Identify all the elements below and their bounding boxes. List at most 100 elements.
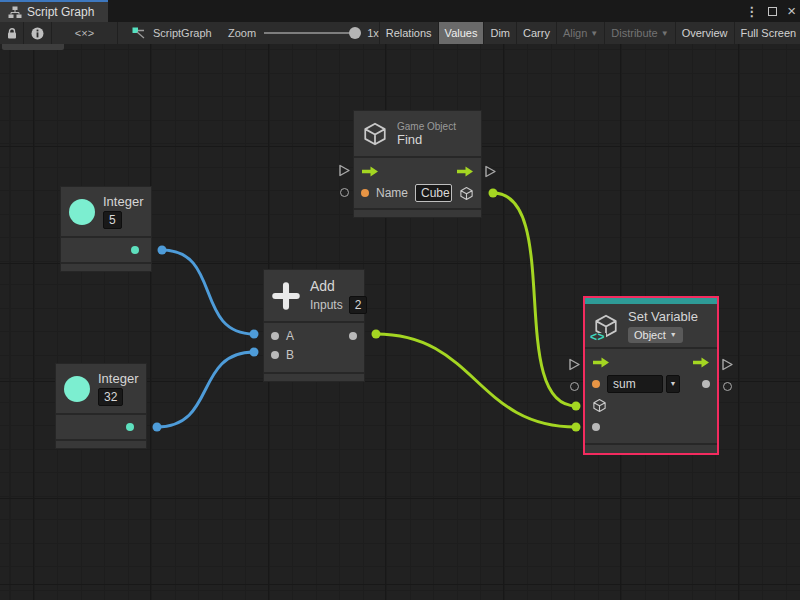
integer-type-icon xyxy=(69,199,95,225)
port-label-b: B xyxy=(286,348,294,362)
button-label: Values xyxy=(445,27,478,39)
integer-type-icon xyxy=(64,376,90,402)
button-label: Align xyxy=(563,27,587,39)
button-label: Full Screen xyxy=(741,27,797,39)
add-icon xyxy=(272,282,300,310)
flow-output-port[interactable] xyxy=(692,357,710,368)
fallback-input-port[interactable] xyxy=(592,423,600,431)
button-label: Dim xyxy=(490,27,510,39)
name-value-field[interactable]: Cube xyxy=(415,184,452,202)
info-button[interactable] xyxy=(24,22,52,44)
object-input-port[interactable] xyxy=(592,398,607,413)
flow-input-port[interactable] xyxy=(361,166,379,177)
wire-endpoint xyxy=(489,189,498,198)
lock-button[interactable] xyxy=(0,22,24,44)
flow-input-marker xyxy=(338,164,351,177)
wire-endpoint xyxy=(572,423,581,432)
value-output-port[interactable] xyxy=(702,380,710,388)
button-label: Overview xyxy=(682,27,728,39)
wire-find-to-setvariable[interactable] xyxy=(493,193,576,406)
node-title: Integer xyxy=(103,194,143,209)
zoom-slider-knob[interactable] xyxy=(349,27,361,39)
info-icon xyxy=(31,27,44,40)
toolbar-button-align[interactable]: Align▼ xyxy=(557,22,605,44)
wire-endpoint xyxy=(153,423,162,432)
graph-canvas[interactable]: Integer 5 Integer 32 Add xyxy=(0,44,800,600)
wire-integer32-to-add-b[interactable] xyxy=(157,352,254,427)
node-set-variable[interactable]: <> Set Variable Object ▼ xyxy=(583,296,719,455)
lock-icon xyxy=(6,27,18,40)
zoom-label: Zoom xyxy=(228,27,256,39)
value-output-marker xyxy=(723,382,732,391)
menu-icon[interactable]: ⋮ xyxy=(745,4,758,19)
flow-output-port[interactable] xyxy=(456,166,474,177)
integer-value-field[interactable]: 5 xyxy=(103,211,122,229)
wire-endpoint xyxy=(158,246,167,255)
value-input-port[interactable] xyxy=(592,380,600,388)
zoom-control: Zoom 1x xyxy=(228,22,380,44)
flow-output-marker xyxy=(484,165,497,178)
game-object-icon xyxy=(362,121,388,147)
node-add[interactable]: Add Inputs 2 A B xyxy=(263,269,365,382)
wire-endpoint xyxy=(250,348,259,357)
wire-endpoint xyxy=(572,402,581,411)
game-object-output-port[interactable] xyxy=(459,186,474,201)
graph-name-label: ScriptGraph xyxy=(153,27,212,39)
chevron-down-icon: ▼ xyxy=(666,375,680,393)
flow-input-marker xyxy=(568,358,581,371)
node-title: Integer xyxy=(98,371,138,386)
inputs-count-field[interactable]: 2 xyxy=(349,296,368,314)
toolbar-button-fullscreen[interactable]: Full Screen xyxy=(735,22,800,44)
toolbar-button-dim[interactable]: Dim xyxy=(484,22,517,44)
toolbar-button-overview[interactable]: Overview xyxy=(676,22,735,44)
button-label: Relations xyxy=(386,27,432,39)
toolbar-button-relations[interactable]: Relations xyxy=(380,22,439,44)
close-icon[interactable]: × xyxy=(787,6,796,16)
graph-tab-icon xyxy=(8,6,22,19)
port-label-a: A xyxy=(286,329,294,343)
output-port[interactable] xyxy=(349,332,357,340)
wire-integer5-to-add-a[interactable] xyxy=(162,250,254,334)
variable-scope-dropdown[interactable]: Object ▼ xyxy=(628,327,683,343)
wire-endpoint xyxy=(372,330,381,339)
button-label: Carry xyxy=(523,27,550,39)
input-port-b[interactable] xyxy=(271,351,279,359)
name-input-port[interactable] xyxy=(361,189,369,197)
output-port[interactable] xyxy=(131,246,139,254)
code-badge-icon: <> xyxy=(589,333,606,342)
tab-script-graph[interactable]: Script Graph xyxy=(0,0,108,22)
variable-name-value: sum xyxy=(607,375,663,393)
graph-toolbar: <×> ScriptGraph Zoom 1x Relations Values… xyxy=(0,22,800,44)
node-category: Game Object xyxy=(397,121,456,132)
node-title: Add xyxy=(310,278,367,294)
code-view-icon: <×> xyxy=(75,27,94,39)
variable-name-dropdown[interactable]: sum ▼ xyxy=(607,375,680,393)
zoom-slider[interactable] xyxy=(264,32,359,34)
flow-input-port[interactable] xyxy=(592,357,610,368)
zoom-value: 1x xyxy=(367,27,379,39)
script-graph-icon xyxy=(132,27,146,40)
name-label: Name xyxy=(376,186,408,200)
node-find[interactable]: Game Object Find Name Cube xyxy=(353,110,482,218)
code-view-button[interactable]: <×> xyxy=(52,22,118,44)
integer-value-field[interactable]: 32 xyxy=(98,388,123,406)
toolbar-button-carry[interactable]: Carry xyxy=(517,22,557,44)
node-integer-a[interactable]: Integer 5 xyxy=(60,186,152,272)
chevron-down-icon: ▼ xyxy=(670,327,677,343)
title-bar: Script Graph ⋮ × xyxy=(0,0,800,22)
toolbar-button-values[interactable]: Values xyxy=(439,22,485,44)
node-title: Find xyxy=(397,132,456,147)
input-port-a[interactable] xyxy=(271,332,279,340)
node-title: Set Variable xyxy=(628,309,698,324)
node-integer-b[interactable]: Integer 32 xyxy=(55,363,147,449)
graph-breadcrumb[interactable]: ScriptGraph xyxy=(118,22,228,44)
flow-output-marker xyxy=(721,358,734,371)
tab-label: Script Graph xyxy=(27,5,94,19)
scope-value: Object xyxy=(634,327,666,343)
wire-endpoint xyxy=(250,330,259,339)
output-port[interactable] xyxy=(126,423,134,431)
maximize-icon[interactable] xyxy=(768,7,777,16)
value-input-marker xyxy=(340,188,349,197)
toolbar-button-distribute[interactable]: Distribute▼ xyxy=(605,22,675,44)
inputs-label: Inputs xyxy=(310,298,343,312)
